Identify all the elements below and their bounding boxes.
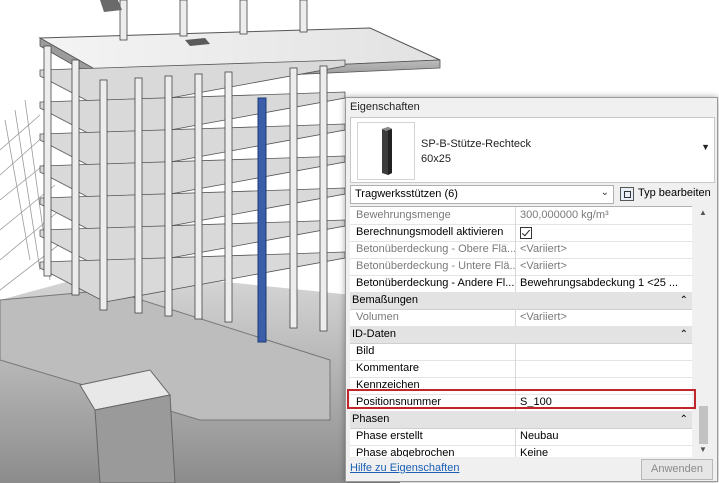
- property-value: <Variiert>: [520, 243, 567, 255]
- property-row[interactable]: Berechnungsmodell aktivieren: [350, 224, 692, 242]
- edit-type-label: Typ bearbeiten: [638, 187, 711, 199]
- collapse-icon[interactable]: ⌃: [680, 411, 688, 428]
- property-value: [517, 224, 692, 241]
- properties-panel: Eigenschaften SP-B-Stütze-Rechteck 60x25…: [345, 97, 718, 482]
- help-link[interactable]: Hilfe zu Eigenschaften: [350, 462, 459, 474]
- edit-type-icon: [620, 187, 634, 201]
- scroll-down-icon[interactable]: ▼: [699, 445, 707, 454]
- property-row[interactable]: Bild: [350, 343, 692, 361]
- positionsnummer-value[interactable]: S_100: [517, 394, 692, 411]
- type-name: SP-B-Stütze-Rechteck: [421, 138, 532, 150]
- property-row[interactable]: Kennzeichen: [350, 377, 692, 395]
- property-row[interactable]: Phase erstellt Neubau: [350, 428, 692, 446]
- property-row[interactable]: Betonüberdeckung - Obere Flä... <Variier…: [350, 241, 692, 259]
- property-name: Phase erstellt: [350, 428, 516, 445]
- property-row[interactable]: Bewehrungsmenge 300,000000 kg/m³: [350, 207, 692, 225]
- property-name: Positionsnummer: [350, 394, 516, 411]
- group-title: Phasen: [352, 413, 390, 425]
- group-header-id-daten[interactable]: ID-Daten ⌃: [350, 326, 692, 344]
- chevron-down-icon: ⌄: [600, 187, 609, 198]
- type-dropdown-icon[interactable]: ▼: [701, 142, 710, 152]
- property-name: Volumen: [350, 309, 516, 326]
- property-row[interactable]: Phase abgebrochen Keine: [350, 445, 692, 457]
- collapse-icon[interactable]: ⌃: [680, 326, 688, 343]
- property-name: Kommentare: [350, 360, 516, 377]
- property-row[interactable]: Betonüberdeckung - Untere Flä... <Variie…: [350, 258, 692, 276]
- group-title: ID-Daten: [352, 328, 397, 340]
- property-name: Bewehrungsmenge: [350, 207, 516, 224]
- property-name: Betonüberdeckung - Untere Flä...: [350, 258, 516, 275]
- group-title: Bemaßungen: [352, 294, 419, 306]
- edit-type-button[interactable]: Typ bearbeiten: [618, 185, 713, 202]
- property-value[interactable]: [517, 343, 692, 360]
- property-name: Berechnungsmodell aktivieren: [350, 224, 516, 241]
- type-size: 60x25: [421, 153, 451, 165]
- property-name: Bild: [350, 343, 516, 360]
- property-value[interactable]: Keine: [517, 445, 692, 457]
- checkbox-checked-icon[interactable]: [520, 227, 532, 239]
- scroll-up-icon[interactable]: ▲: [699, 208, 707, 217]
- property-value: <Variiert>: [520, 260, 567, 272]
- properties-scrollbar[interactable]: ▲ ▼: [696, 206, 712, 456]
- panel-title: Eigenschaften: [350, 101, 420, 113]
- properties-grid: Bewehrungsmenge 300,000000 kg/m³ Berechn…: [350, 206, 692, 457]
- property-row-positionsnummer[interactable]: Positionsnummer S_100: [350, 394, 692, 412]
- property-value: <Variiert>: [520, 311, 567, 323]
- apply-button[interactable]: Anwenden: [641, 459, 713, 480]
- property-value[interactable]: [517, 377, 692, 394]
- collapse-icon[interactable]: ⌃: [680, 292, 688, 309]
- group-header-bemassungen[interactable]: Bemaßungen ⌃: [350, 292, 692, 310]
- column-preview-icon: [357, 122, 415, 180]
- property-value: 300,000000 kg/m³: [520, 209, 609, 221]
- property-name: Kennzeichen: [350, 377, 516, 394]
- property-value: Bewehrungsabdeckung 1 <25 ...: [520, 277, 679, 289]
- property-name: Betonüberdeckung - Andere Fl...: [350, 275, 516, 292]
- property-value[interactable]: Neubau: [517, 428, 692, 445]
- type-selector[interactable]: SP-B-Stütze-Rechteck 60x25 ▼: [350, 117, 715, 183]
- property-value[interactable]: [517, 360, 692, 377]
- group-header-phasen[interactable]: Phasen ⌃: [350, 411, 692, 429]
- property-name: Phase abgebrochen: [350, 445, 516, 457]
- scroll-thumb[interactable]: [699, 406, 708, 444]
- property-row[interactable]: Kommentare: [350, 360, 692, 378]
- property-row[interactable]: Betonüberdeckung - Andere Fl... Bewehrun…: [350, 275, 692, 293]
- property-row[interactable]: Volumen <Variiert>: [350, 309, 692, 327]
- category-filter-label: Tragwerksstützen (6): [355, 188, 458, 200]
- property-name: Betonüberdeckung - Obere Flä...: [350, 241, 516, 258]
- category-filter-select[interactable]: Tragwerksstützen (6) ⌄: [350, 185, 614, 204]
